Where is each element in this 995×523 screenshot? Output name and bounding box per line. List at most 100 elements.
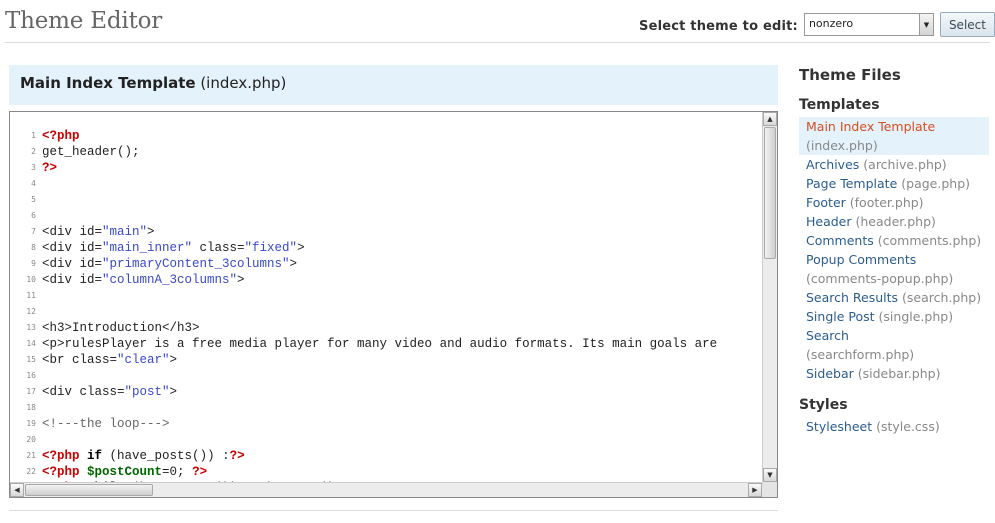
line-number: 14	[26, 339, 36, 348]
file-link-label[interactable]: Header	[806, 214, 852, 229]
line-number: 16	[26, 371, 36, 380]
file-link-label[interactable]: Search Results	[806, 290, 898, 305]
code-line[interactable]: get_header();	[42, 144, 717, 160]
line-number: 22	[26, 467, 36, 476]
page-title: Theme Editor	[5, 8, 163, 34]
file-link[interactable]: Archives (archive.php)	[799, 155, 989, 174]
code-line[interactable]: <?php $postCount=0; ?>	[42, 464, 717, 480]
code-line[interactable]: <div id="primaryContent_3columns">	[42, 256, 717, 272]
templates-heading: Templates	[799, 97, 880, 113]
file-link-label[interactable]: Single Post	[806, 309, 875, 324]
file-link[interactable]: Popup Comments (comments-popup.php)	[799, 250, 989, 288]
file-link-filename: (style.css)	[876, 419, 940, 434]
template-title-bar: Main Index Template (index.php)	[9, 65, 778, 105]
line-number: 20	[26, 435, 36, 444]
line-number: 6	[31, 211, 36, 220]
file-link[interactable]: Single Post (single.php)	[799, 307, 989, 326]
file-link-label[interactable]: Sidebar	[806, 366, 854, 381]
header-divider	[5, 42, 990, 43]
code-line[interactable]: <p>rulesPlayer is a free media player fo…	[42, 336, 717, 352]
file-link-filename: (page.php)	[901, 176, 971, 191]
file-link[interactable]: Comments (comments.php)	[799, 231, 989, 250]
line-number-gutter: 1234567891011121314151617181920212223	[10, 128, 36, 482]
code-line[interactable]	[42, 176, 717, 192]
file-link[interactable]: Sidebar (sidebar.php)	[799, 364, 989, 383]
line-number: 13	[26, 323, 36, 332]
theme-dropdown-value: nonzero	[808, 17, 854, 30]
file-link-filename: (sidebar.php)	[857, 366, 941, 381]
line-number: 4	[31, 179, 36, 188]
styles-heading: Styles	[799, 397, 848, 413]
file-link[interactable]: Search (searchform.php)	[799, 326, 989, 364]
code-line[interactable]	[42, 208, 717, 224]
scroll-up-icon[interactable]: ▲	[763, 112, 777, 126]
file-link-label[interactable]: Main Index Template	[806, 119, 935, 134]
vertical-scroll-thumb[interactable]	[764, 127, 776, 259]
line-number: 12	[26, 307, 36, 316]
file-link[interactable]: Search Results (search.php)	[799, 288, 989, 307]
code-line[interactable]: <div id="main_inner" class="fixed">	[42, 240, 717, 256]
chevron-down-icon[interactable]: ▼	[918, 14, 933, 35]
line-number: 18	[26, 403, 36, 412]
code-line[interactable]: <div id="columnA_3columns">	[42, 272, 717, 288]
file-link[interactable]: Page Template (page.php)	[799, 174, 989, 193]
file-link-filename: (comments-popup.php)	[806, 271, 954, 286]
file-link-label[interactable]: Search	[806, 328, 849, 343]
line-number: 2	[31, 147, 36, 156]
code-line[interactable]: ?>	[42, 160, 717, 176]
file-link[interactable]: Footer (footer.php)	[799, 193, 989, 212]
select-theme-label: Select theme to edit:	[639, 19, 798, 34]
line-number: 21	[26, 451, 36, 460]
code-line[interactable]	[42, 288, 717, 304]
editor-bottom-divider	[9, 510, 778, 511]
code-editor[interactable]: 1234567891011121314151617181920212223 <?…	[9, 111, 778, 498]
vertical-scrollbar[interactable]: ▲ ▼	[762, 112, 777, 482]
file-link-filename: (search.php)	[902, 290, 982, 305]
theme-files-heading: Theme Files	[799, 66, 901, 84]
file-link-filename: (header.php)	[855, 214, 936, 229]
file-link-label[interactable]: Stylesheet	[806, 419, 872, 434]
template-filename: (index.php)	[200, 74, 287, 92]
template-name: Main Index Template	[20, 74, 196, 92]
code-line[interactable]: <div id="main">	[42, 224, 717, 240]
line-number: 17	[26, 387, 36, 396]
code-line[interactable]: <div class="post">	[42, 384, 717, 400]
scroll-right-icon[interactable]: ▶	[748, 483, 762, 497]
theme-dropdown[interactable]: nonzero ▼	[803, 13, 934, 36]
code-line[interactable]	[42, 304, 717, 320]
file-link-label[interactable]: Archives	[806, 157, 859, 172]
line-number: 7	[31, 227, 36, 236]
file-link-label[interactable]: Footer	[806, 195, 846, 210]
scroll-left-icon[interactable]: ◀	[10, 483, 24, 497]
code-line[interactable]	[42, 432, 717, 448]
code-line[interactable]: <br class="clear">	[42, 352, 717, 368]
line-number: 19	[26, 419, 36, 428]
code-line[interactable]	[42, 192, 717, 208]
theme-selector: Select theme to edit: nonzero ▼ Select	[639, 12, 995, 37]
file-link-filename: (footer.php)	[849, 195, 924, 210]
file-link[interactable]: Main Index Template (index.php)	[799, 117, 989, 155]
file-link-label[interactable]: Popup Comments	[806, 252, 916, 267]
file-link-label[interactable]: Comments	[806, 233, 874, 248]
file-link[interactable]: Stylesheet (style.css)	[799, 417, 989, 436]
horizontal-scroll-thumb[interactable]	[25, 484, 153, 496]
code-line[interactable]: <?php	[42, 128, 717, 144]
styles-list: Stylesheet (style.css)	[799, 417, 989, 436]
code-line[interactable]	[42, 368, 717, 384]
code-line[interactable]: <h3>Introduction</h3>	[42, 320, 717, 336]
code-line[interactable]	[42, 400, 717, 416]
line-number: 3	[31, 163, 36, 172]
code-line[interactable]: <?php if (have_posts()) :?>	[42, 448, 717, 464]
scroll-down-icon[interactable]: ▼	[763, 468, 777, 482]
horizontal-scrollbar[interactable]: ◀ ▶	[10, 482, 762, 497]
code-line[interactable]: <!---the loop--->	[42, 416, 717, 432]
code-textarea[interactable]: 1234567891011121314151617181920212223 <?…	[10, 112, 762, 482]
line-number: 11	[26, 291, 36, 300]
file-link[interactable]: Header (header.php)	[799, 212, 989, 231]
file-link-label[interactable]: Page Template	[806, 176, 897, 191]
line-number: 10	[26, 275, 36, 284]
file-link-filename: (comments.php)	[877, 233, 982, 248]
select-theme-button[interactable]: Select	[939, 12, 995, 37]
code-lines[interactable]: <?php get_header(); ?> <div id="main"> <div …	[42, 128, 717, 482]
line-number: 1	[31, 131, 36, 140]
